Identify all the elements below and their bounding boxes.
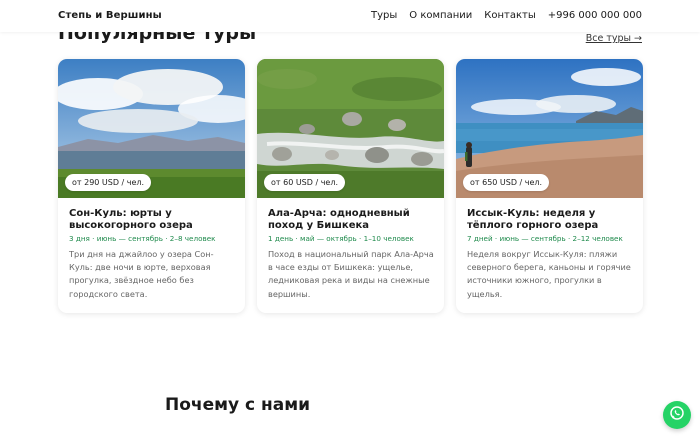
tour-title[interactable]: Сон-Куль: юрты у высокогорного озера [69,208,237,231]
tour-card-ala-archa[interactable]: от 60 USD / чел. Ала-Арча: однодневный п… [257,59,444,313]
main-nav: Туры О компании Контакты +996 000 000 00… [371,10,642,21]
price-badge: от 290 USD / чел. [65,174,152,191]
whatsapp-button[interactable] [663,401,691,429]
brand-logo[interactable]: Степь и Вершины [58,10,162,21]
tour-description: Три дня на джайлоо у озера Сон-Куль: две… [69,249,214,299]
tour-card-issyk-kul[interactable]: от 650 USD / чел. Иссык-Куль: неделя у т… [456,59,643,313]
why-us-heading: Почему с нами [165,395,311,415]
tour-title[interactable]: Иссык-Куль: неделя у тёплого горного озе… [467,208,635,231]
tour-meta: 1 день · май — октябрь · 1–10 человек [268,234,414,243]
tour-cards: от 290 USD / чел. Сон-Куль: юрты у высок… [58,59,643,313]
all-tours-link[interactable]: Все туры → [586,33,642,44]
tour-meta: 7 дней · июнь — сентябрь · 2–12 человек [467,234,623,243]
site-header: Степь и Вершины Туры О компании Контакты… [0,0,700,32]
whatsapp-icon [669,405,685,425]
nav-tours[interactable]: Туры [371,10,397,21]
price-badge: от 650 USD / чел. [463,174,550,191]
price-badge: от 60 USD / чел. [264,174,345,191]
tour-meta: 3 дня · июнь — сентябрь · 2–8 человек [69,234,216,243]
nav-contacts[interactable]: Контакты [484,10,535,21]
tour-card-son-kul[interactable]: от 290 USD / чел. Сон-Куль: юрты у высок… [58,59,245,313]
tour-description: Поход в национальный парк Ала-Арча в час… [268,249,434,299]
tour-title[interactable]: Ала-Арча: однодневный поход у Бишкека [268,208,436,231]
nav-about[interactable]: О компании [409,10,472,21]
tour-description: Неделя вокруг Иссык-Куля: пляжи северног… [467,249,631,299]
nav-phone[interactable]: +996 000 000 000 [548,10,642,21]
